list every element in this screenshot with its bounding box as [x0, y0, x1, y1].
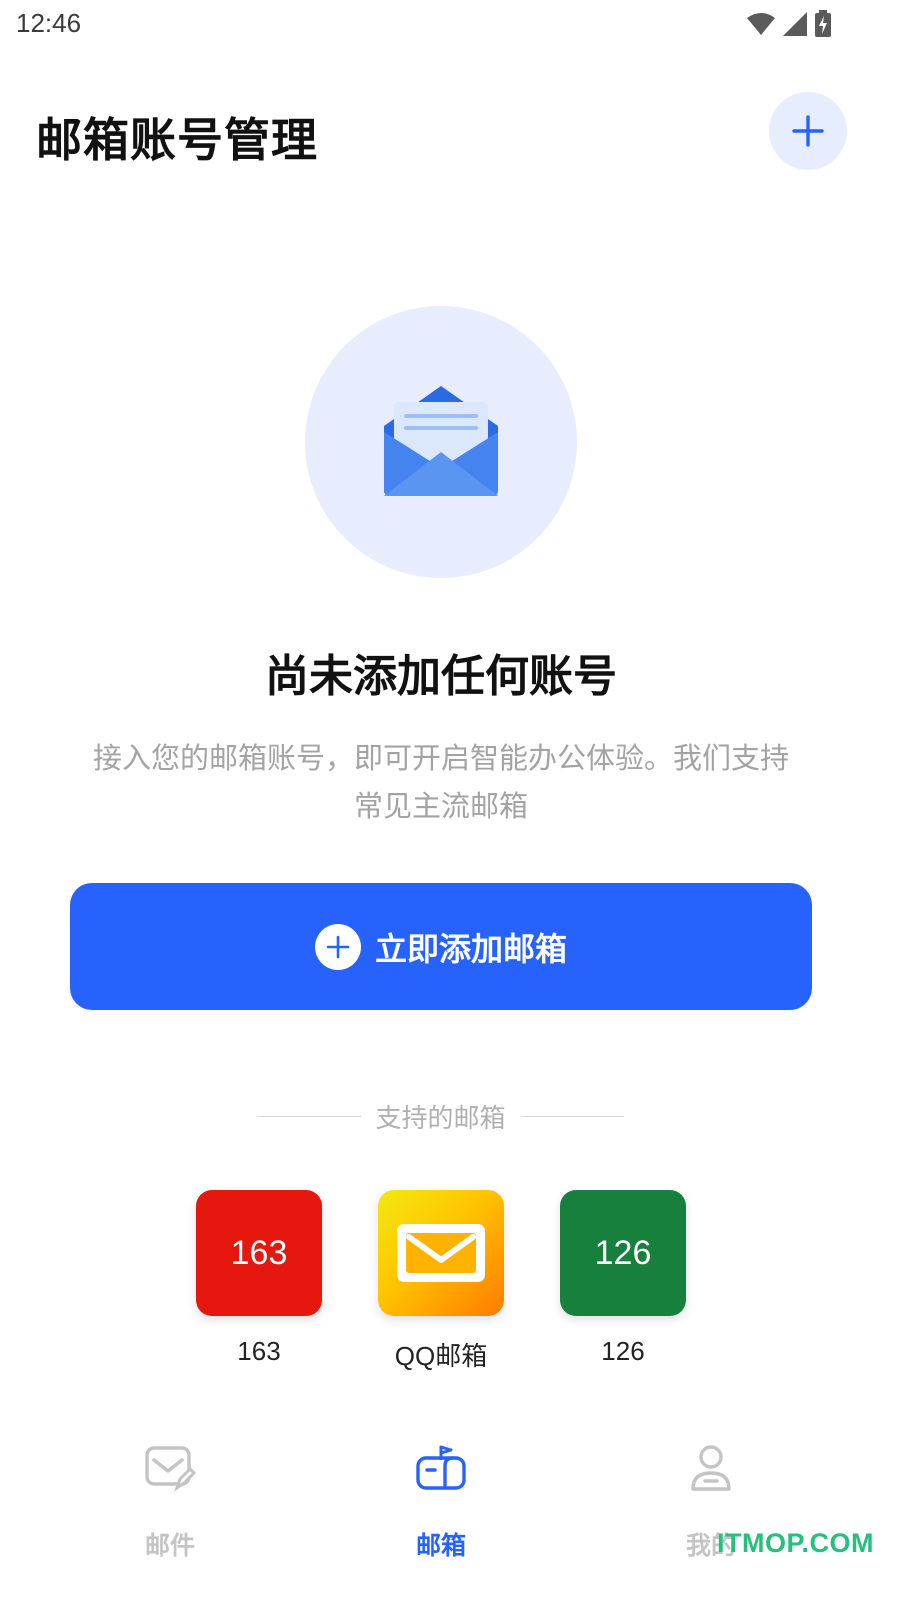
battery-charging-icon: [815, 10, 831, 37]
add-mailbox-button[interactable]: 立即添加邮箱: [70, 883, 812, 1010]
tab-mail-label: 邮件: [144, 1531, 195, 1560]
provider-126-logo: 126: [560, 1190, 686, 1316]
empty-state-illustration: [305, 306, 577, 578]
supported-mailboxes-heading: 支持的邮箱: [375, 1103, 506, 1134]
empty-state-title: 尚未添加任何账号: [265, 651, 617, 702]
plus-icon: [792, 115, 824, 147]
envelope-icon: [397, 1224, 485, 1282]
open-envelope-icon: [384, 386, 498, 496]
tab-mailbox-label: 邮箱: [415, 1531, 466, 1560]
watermark: ITMOP.COM: [716, 1528, 874, 1558]
provider-qq[interactable]: QQ邮箱: [361, 1190, 521, 1373]
divider-line-right: [520, 1115, 625, 1117]
provider-163-name: 163: [237, 1336, 281, 1366]
provider-126[interactable]: 126 126: [543, 1190, 703, 1367]
add-account-button[interactable]: [769, 92, 847, 170]
user-icon: [631, 1440, 791, 1496]
divider-line-left: [257, 1115, 361, 1117]
tab-mailbox[interactable]: 邮箱: [361, 1440, 521, 1562]
signal-icon: [783, 12, 807, 36]
empty-state-description: 接入您的邮箱账号，即可开启智能办公体验。我们支持常见主流邮箱: [92, 741, 789, 823]
plus-circle-icon: [314, 923, 361, 970]
mailbox-icon: [361, 1440, 521, 1496]
provider-qq-logo: [378, 1190, 504, 1316]
supported-mailboxes-divider: 支持的邮箱: [257, 1096, 625, 1136]
wifi-icon: [747, 13, 775, 35]
status-icons: [746, 10, 832, 38]
bottom-tab-bar: 邮件 邮箱 我的: [0, 1420, 900, 1600]
provider-163[interactable]: 163 163: [179, 1190, 339, 1367]
provider-163-logo: 163: [196, 1190, 322, 1316]
page-title: 邮箱账号管理: [36, 113, 318, 167]
mail-edit-icon: [90, 1440, 250, 1496]
status-time: 12:46: [16, 8, 82, 38]
provider-126-name: 126: [601, 1336, 645, 1366]
add-mailbox-label: 立即添加邮箱: [374, 929, 567, 968]
provider-qq-name: QQ邮箱: [394, 1341, 488, 1371]
status-bar: 12:46: [0, 0, 900, 48]
tab-mail[interactable]: 邮件: [90, 1440, 250, 1562]
